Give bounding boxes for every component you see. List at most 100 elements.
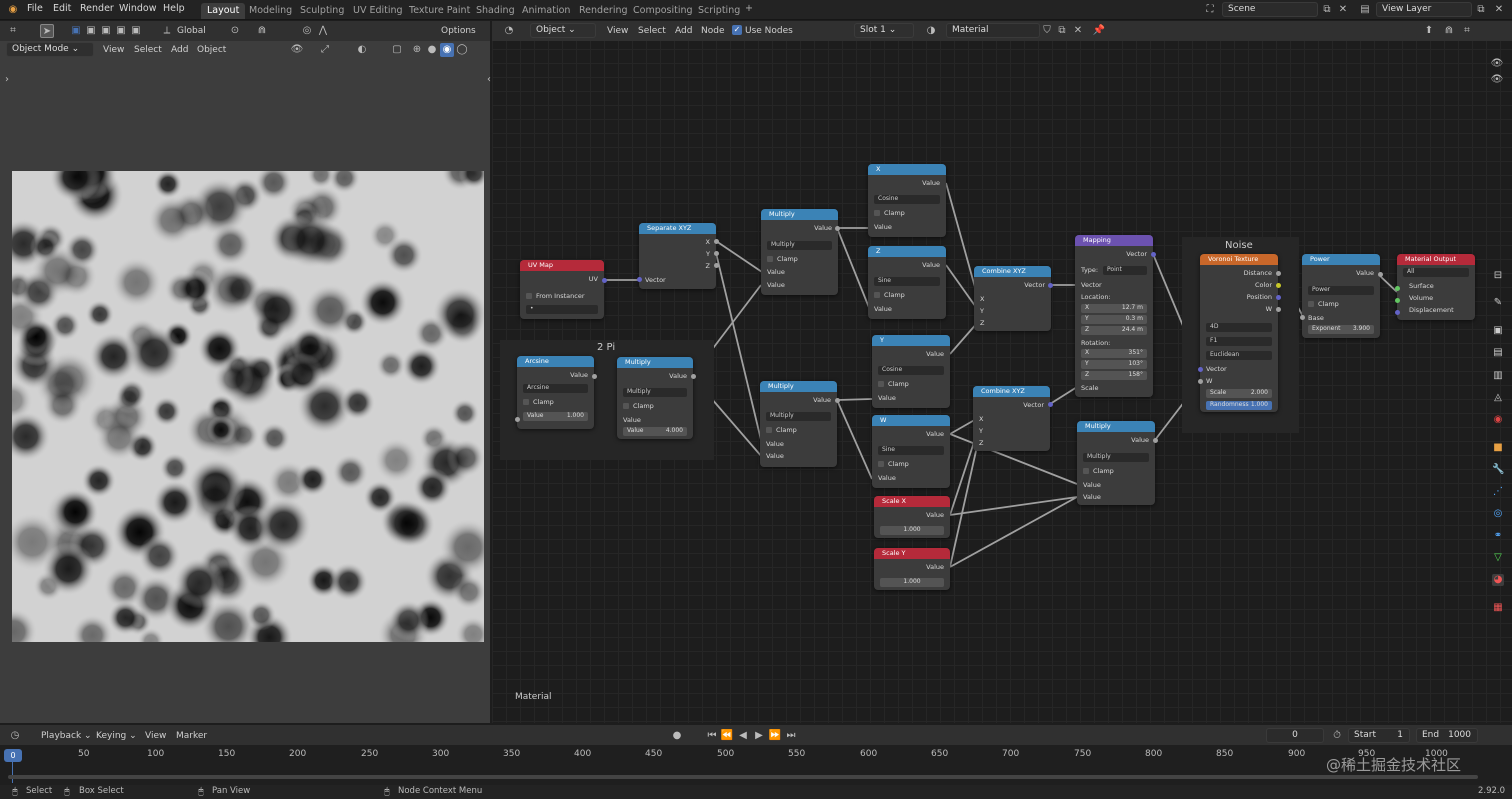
- falloff-icon[interactable]: ⋀: [316, 24, 330, 38]
- arcsine-clamp-box[interactable]: [523, 399, 529, 405]
- y-clamp-box[interactable]: [878, 381, 884, 387]
- voronoi-vector-socket[interactable]: [1198, 367, 1203, 372]
- multiply-1-op-dropdown[interactable]: Multiply: [623, 388, 687, 397]
- node-w[interactable]: W Value Sine Clamp Value: [872, 415, 950, 488]
- x-clamp[interactable]: Clamp: [874, 209, 905, 217]
- scale-x-value-field[interactable]: 1.000: [880, 526, 944, 535]
- transform-orientation-dropdown[interactable]: Global: [177, 26, 206, 36]
- solid-shading-icon[interactable]: ●: [425, 43, 439, 57]
- particles-props-icon[interactable]: ⋰: [1492, 486, 1504, 498]
- object-mode-dropdown[interactable]: Object Mode ⌄: [6, 42, 94, 57]
- w-clamp-box[interactable]: [878, 461, 884, 467]
- w-clamp[interactable]: Clamp: [878, 460, 909, 468]
- y-clamp[interactable]: Clamp: [878, 380, 909, 388]
- box-select-mode-icon[interactable]: ▣: [69, 24, 83, 38]
- extend-mode-icon[interactable]: ▣: [84, 24, 98, 38]
- from-instancer-box[interactable]: [526, 293, 532, 299]
- arcsine-input-socket[interactable]: [515, 417, 520, 422]
- view-layer-icon[interactable]: ▤: [1358, 3, 1372, 17]
- node-uv-map[interactable]: UV Map UV From Instancer •: [520, 260, 604, 319]
- multiply-1-clamp[interactable]: Clamp: [623, 402, 654, 410]
- tab-shading[interactable]: Shading: [470, 3, 521, 19]
- voronoi-position-socket[interactable]: [1276, 295, 1281, 300]
- data-props-icon[interactable]: ▽: [1492, 552, 1504, 564]
- node-multiply-1[interactable]: Multiply Value Multiply Clamp Value Valu…: [617, 357, 693, 439]
- tool-props-icon[interactable]: ⊟: [1492, 270, 1504, 282]
- multiply-3-output-socket[interactable]: [835, 398, 840, 403]
- timeline-editor-icon[interactable]: ◷: [8, 729, 22, 743]
- node-y[interactable]: Y Value Cosine Clamp Value: [872, 335, 950, 408]
- mapping-rot-x[interactable]: X 351°: [1081, 349, 1147, 358]
- node-separate-xyz[interactable]: Separate XYZ X Y Z Vector: [639, 223, 716, 289]
- multiply-4-clamp-box[interactable]: [1083, 468, 1089, 474]
- subtract-mode-icon[interactable]: ▣: [99, 24, 113, 38]
- gizmo-icon[interactable]: ⤢: [318, 43, 332, 57]
- node-scale-x[interactable]: Scale X Value 1.000: [874, 496, 950, 538]
- mapping-loc-x[interactable]: X 12.7 m: [1081, 304, 1147, 313]
- timeline-view-menu[interactable]: View: [145, 731, 166, 741]
- voronoi-metric-dropdown[interactable]: Euclidean: [1206, 351, 1272, 360]
- z-clamp-box[interactable]: [874, 292, 880, 298]
- x-clamp-box[interactable]: [874, 210, 880, 216]
- tab-sculpting[interactable]: Sculpting: [294, 3, 350, 19]
- node-z[interactable]: Z Value Sine Clamp Value: [868, 246, 946, 319]
- prev-keyframe-icon[interactable]: ⏪: [720, 729, 734, 743]
- mapping-loc-z[interactable]: Z 24.4 m: [1081, 326, 1147, 335]
- separate-vector-socket[interactable]: [637, 277, 642, 282]
- output-displacement-socket[interactable]: [1395, 310, 1400, 315]
- node-arcsine[interactable]: Arcsine Value Arcsine Clamp Value 1.000: [517, 356, 594, 429]
- material-props-icon[interactable]: ◕: [1492, 574, 1504, 586]
- node-combine-xyz-1-header[interactable]: Combine XYZ: [974, 266, 1051, 277]
- tab-modeling[interactable]: Modeling: [243, 3, 298, 19]
- viewport-add-menu[interactable]: Add: [171, 45, 188, 55]
- menu-edit[interactable]: Edit: [53, 3, 71, 14]
- node-voronoi-texture[interactable]: Voronoi Texture Distance Color Position …: [1200, 254, 1278, 412]
- play-icon[interactable]: ▶: [752, 729, 766, 743]
- node-material-output[interactable]: Material Output All Surface Volume Displ…: [1397, 254, 1475, 320]
- voronoi-dimension-dropdown[interactable]: 4D: [1206, 323, 1272, 332]
- blender-logo-icon[interactable]: ◉: [6, 3, 20, 17]
- scene-copy-icon[interactable]: ⧉: [1320, 3, 1334, 17]
- output-volume-socket[interactable]: [1395, 298, 1400, 303]
- timeline-marker-menu[interactable]: Marker: [176, 731, 207, 741]
- tool-icon[interactable]: ✎: [1492, 297, 1504, 309]
- node-material-output-header[interactable]: Material Output: [1397, 254, 1475, 265]
- render-props-icon[interactable]: ▣: [1492, 325, 1504, 337]
- scene-close-icon[interactable]: ✕: [1336, 3, 1350, 17]
- node-multiply-2[interactable]: Multiply Value Multiply Clamp Value Valu…: [761, 209, 838, 295]
- scene-icon[interactable]: ⛶: [1203, 3, 1217, 17]
- mapping-vector-out-socket[interactable]: [1151, 252, 1156, 257]
- node-multiply-1-header[interactable]: Multiply: [617, 357, 693, 368]
- node-mapping[interactable]: Mapping Vector Type: Point Vector Locati…: [1075, 235, 1153, 397]
- intersect-mode-icon[interactable]: ▣: [129, 24, 143, 38]
- proportional-edit-icon[interactable]: ◎: [300, 24, 314, 38]
- tab-layout[interactable]: Layout: [201, 3, 246, 19]
- node-multiply-4-header[interactable]: Multiply: [1077, 421, 1155, 432]
- invert-mode-icon[interactable]: ▣: [114, 24, 128, 38]
- options-dropdown[interactable]: Options: [441, 26, 476, 36]
- voronoi-scale-field[interactable]: Scale 2.000: [1206, 389, 1272, 398]
- node-combine-xyz-2-header[interactable]: Combine XYZ: [973, 386, 1050, 397]
- node-mapping-header[interactable]: Mapping: [1075, 235, 1153, 246]
- output-surface-socket[interactable]: [1395, 286, 1400, 291]
- jump-end-icon[interactable]: ⏭: [784, 729, 798, 743]
- multiply-1-clamp-box[interactable]: [623, 403, 629, 409]
- multiply-1-value-field[interactable]: Value 4.000: [623, 427, 687, 436]
- node-combine-xyz-1[interactable]: Combine XYZ Vector X Y Z: [974, 266, 1051, 331]
- play-reverse-icon[interactable]: ◀: [736, 729, 750, 743]
- scene-field[interactable]: Scene: [1222, 2, 1318, 17]
- view-layer-copy-icon[interactable]: ⧉: [1474, 3, 1488, 17]
- object-props-icon[interactable]: ■: [1492, 442, 1504, 454]
- separate-z-socket[interactable]: [714, 263, 719, 268]
- node-combine-xyz-2[interactable]: Combine XYZ Vector X Y Z: [973, 386, 1050, 451]
- next-keyframe-icon[interactable]: ⏩: [768, 729, 782, 743]
- power-clamp[interactable]: Clamp: [1308, 300, 1339, 308]
- node-multiply-3-header[interactable]: Multiply: [760, 381, 837, 392]
- combine-1-vector-socket[interactable]: [1048, 283, 1053, 288]
- tab-rendering[interactable]: Rendering: [573, 3, 634, 19]
- multiply-2-output-socket[interactable]: [835, 226, 840, 231]
- wireframe-shading-icon[interactable]: ⊕: [410, 43, 424, 57]
- current-frame-field[interactable]: 0: [1266, 728, 1324, 743]
- node-power-header[interactable]: Power: [1302, 254, 1380, 265]
- viewport-panel[interactable]: ⌗ ➤ ▣ ▣ ▣ ▣ ▣ ⟂ Global ⊙ ⋒ ◎ ⋀ Options O…: [0, 21, 491, 723]
